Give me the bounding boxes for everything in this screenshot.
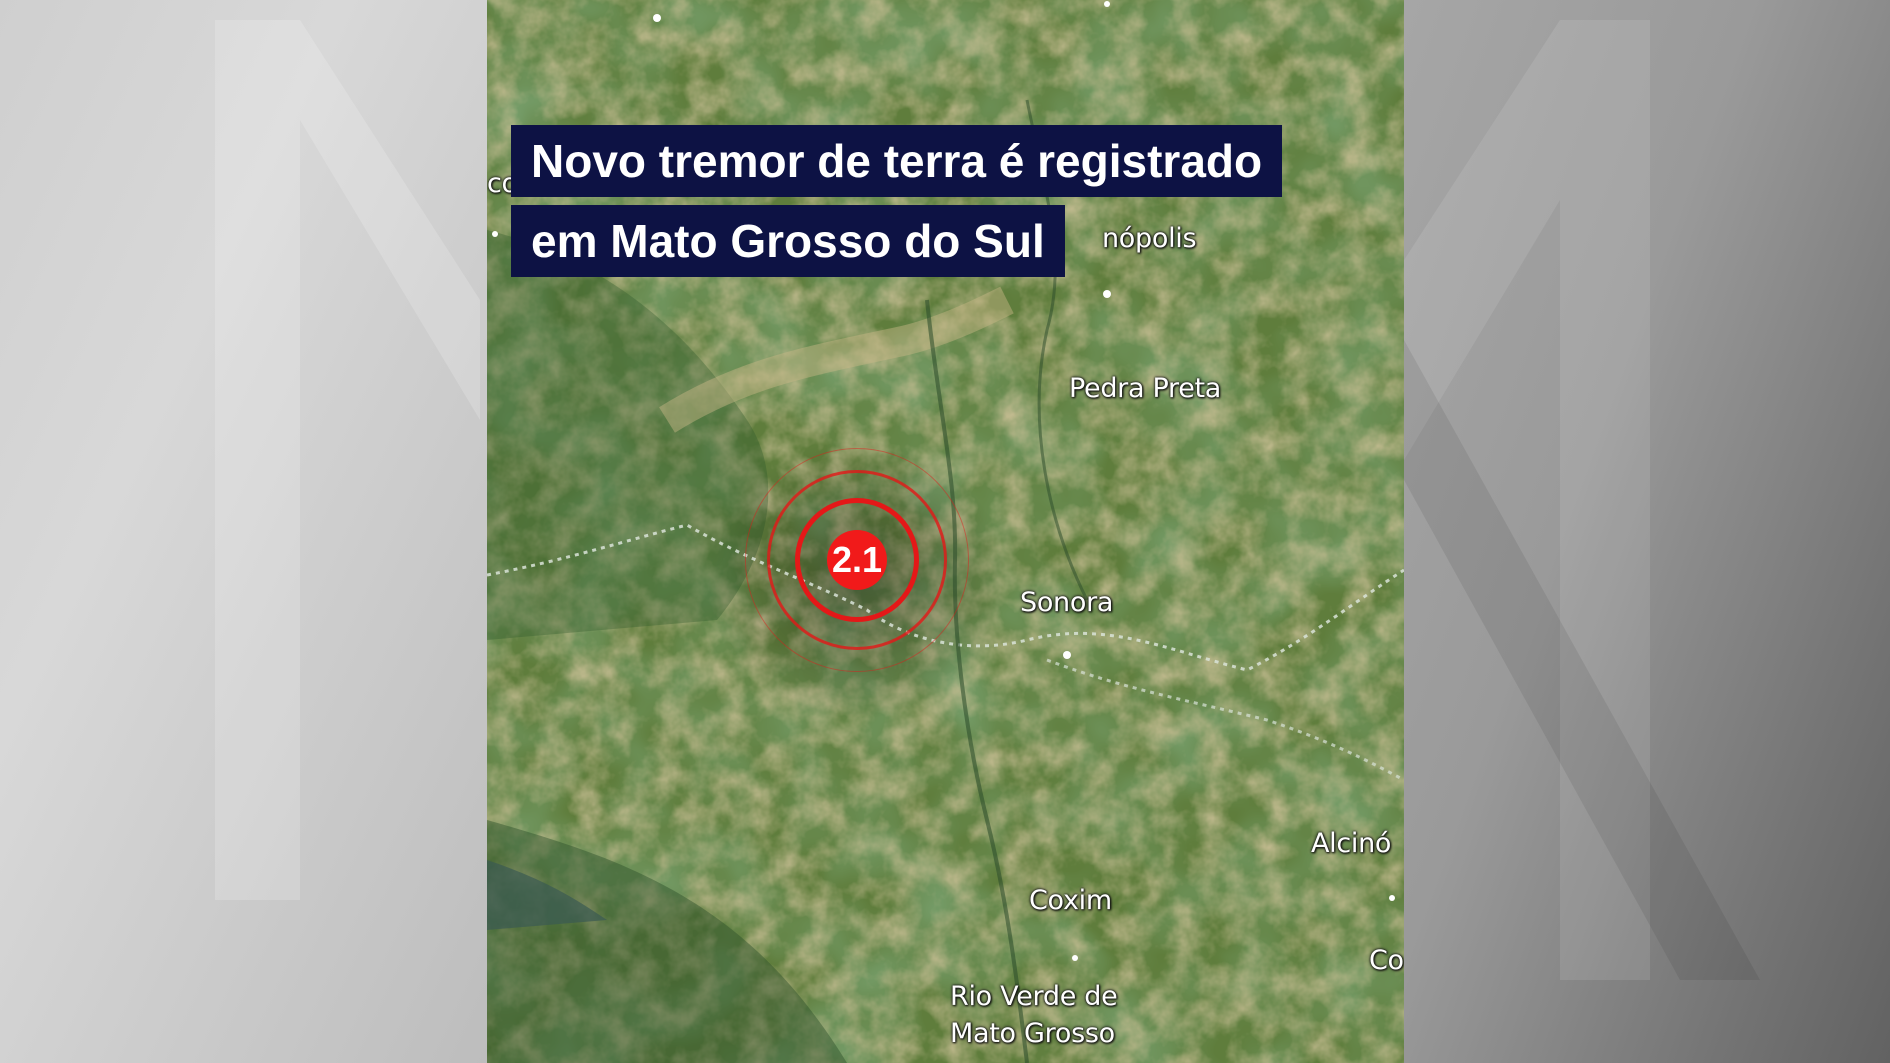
headline-line-2: em Mato Grosso do Sul [511,205,1065,277]
place-label-rio-verde-line-1: Rio Verde de [950,981,1118,1012]
satellite-map: Novo tremor de terra é registrado em Mat… [487,0,1404,1063]
place-label-rio-verde-line-2: Mato Grosso [950,1018,1115,1049]
place-label-pedra-preta: Pedra Preta [1069,373,1222,404]
place-label-sonora: Sonora [1020,587,1114,618]
earthquake-epicenter-marker: 2.1 [745,448,969,672]
place-label-partial-right: Co [1369,945,1404,976]
headline-line-1: Novo tremor de terra é registrado [511,125,1283,197]
place-label-alcinopolis: Alcinó [1311,828,1392,859]
magnitude-badge: 2.1 [827,530,887,590]
headline-banner: Novo tremor de terra é registrado em Mat… [511,125,1283,277]
place-label-coxim: Coxim [1029,885,1112,916]
